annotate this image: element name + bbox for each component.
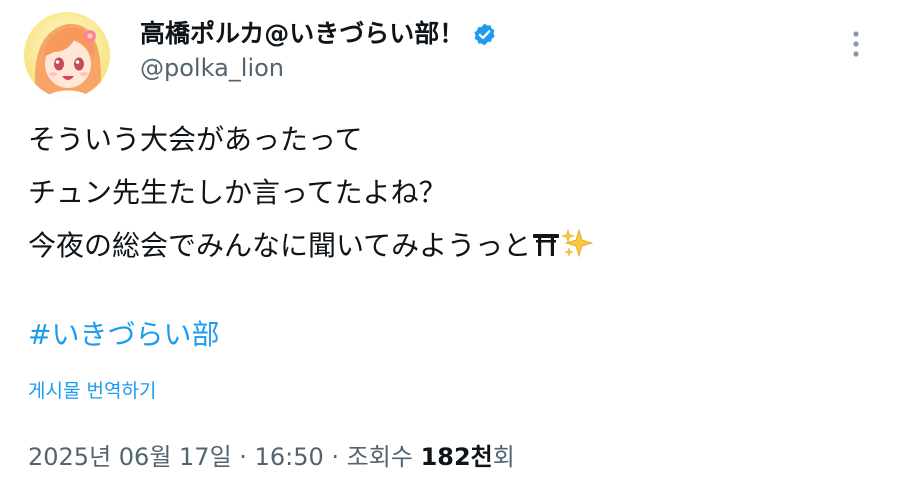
post-date[interactable]: 2025년 06월 17일 bbox=[28, 443, 232, 471]
tweet-meta: 2025년 06월 17일 · 16:50 · 조회수 182천회 bbox=[28, 439, 515, 475]
author-handle[interactable]: @polka_lion bbox=[140, 52, 284, 84]
meta-separator: · bbox=[239, 443, 247, 471]
tweet-line-text: 今夜の総会でみんなに聞いてみようっと bbox=[28, 229, 532, 262]
display-name-text: 高橋ポルカ@いきづらい部！ bbox=[140, 19, 465, 48]
more-vertical-icon bbox=[853, 31, 859, 57]
views-count: 182천 bbox=[420, 443, 493, 471]
translate-post-link[interactable]: 게시물 번역하기 bbox=[28, 376, 156, 406]
tweet-body: そういう大会があったって チュン先生たしか言ってたよね？ 今夜の総会でみんなに聞… bbox=[28, 113, 868, 276]
sparkles-emoji-icon bbox=[561, 223, 594, 276]
hashtag-link[interactable]: #いきづらい部 bbox=[28, 313, 219, 357]
post-time[interactable]: 16:50 bbox=[255, 443, 324, 471]
tweet-line: そういう大会があったって bbox=[28, 123, 363, 156]
tweet-line: チュン先生たしか言ってたよね？ bbox=[28, 176, 447, 209]
verified-badge-icon bbox=[472, 22, 497, 47]
more-options-button[interactable] bbox=[840, 26, 872, 62]
author-avatar[interactable] bbox=[24, 12, 110, 98]
torii-emoji-icon bbox=[531, 223, 561, 276]
avatar-illustration bbox=[24, 12, 110, 98]
views-label: 조회수 bbox=[346, 443, 413, 471]
views-suffix: 회 bbox=[492, 443, 515, 471]
author-display-name[interactable]: 高橋ポルカ@いきづらい部！ bbox=[140, 18, 497, 50]
tweet-line-with-emoji: 今夜の総会でみんなに聞いてみようっと bbox=[28, 219, 868, 276]
meta-separator: · bbox=[331, 443, 340, 471]
tweet-card: 高橋ポルカ@いきづらい部！ @polka_lion そういう大会があったって チ… bbox=[0, 0, 900, 482]
